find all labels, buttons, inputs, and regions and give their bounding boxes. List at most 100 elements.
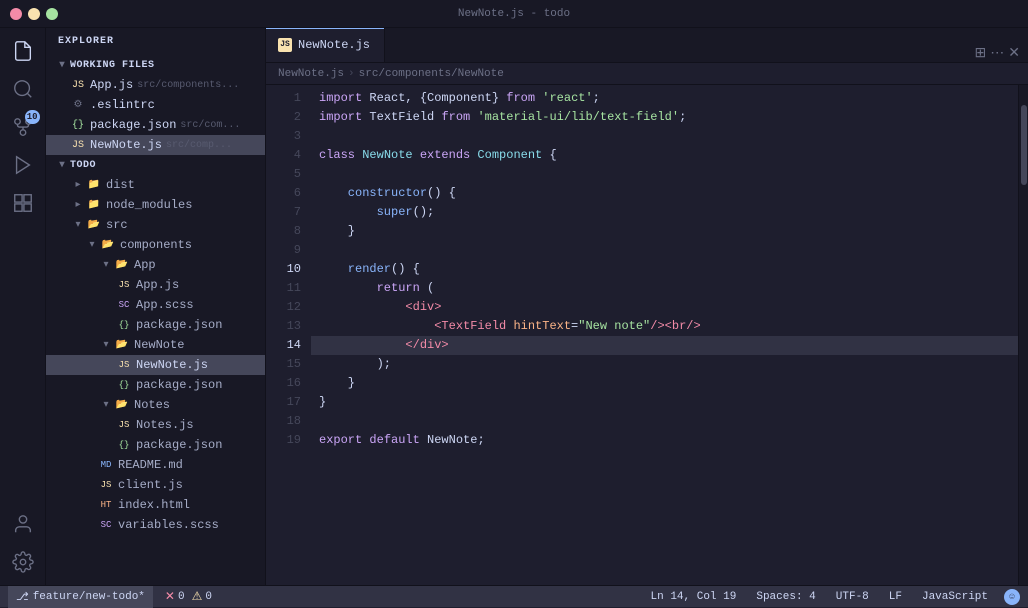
- file-packagejson-notes[interactable]: {} package.json: [46, 435, 265, 455]
- settings-activity-icon[interactable]: [8, 547, 38, 577]
- folder-app[interactable]: 📂 App: [46, 255, 265, 275]
- folder-newnote[interactable]: 📂 NewNote: [46, 335, 265, 355]
- tab-file-icon: JS: [278, 38, 292, 52]
- code-line-8: }: [311, 222, 1018, 241]
- extensions-activity-icon[interactable]: [8, 188, 38, 218]
- feedback-button[interactable]: ☺: [1004, 589, 1020, 605]
- scss-icon: SC: [116, 297, 132, 313]
- folder-icon-app: 📂: [114, 257, 130, 273]
- branch-icon: ⎇: [16, 590, 29, 604]
- window-title: NewNote.js - todo: [458, 8, 570, 20]
- working-files-chevron: [54, 57, 70, 73]
- file-newnotejs[interactable]: JS NewNote.js: [46, 355, 265, 375]
- folder-dist[interactable]: 📁 dist: [46, 175, 265, 195]
- errors-status[interactable]: ✕ 0 ⚠ 0: [161, 589, 216, 604]
- scrollbar-thumb: [1021, 105, 1027, 185]
- window-controls: [10, 8, 58, 20]
- folder-src[interactable]: 📂 src: [46, 215, 265, 235]
- js-icon-notesjs: JS: [116, 417, 132, 433]
- breadcrumb-path: src/components/NewNote: [359, 68, 504, 80]
- code-line-18: [311, 412, 1018, 431]
- error-icon: ✕: [165, 589, 175, 604]
- folder-icon-src: 📂: [86, 217, 102, 233]
- encoding-label: UTF-8: [836, 591, 869, 603]
- json-icon-newnote: {}: [116, 377, 132, 393]
- error-count: 0: [178, 591, 185, 603]
- todo-section[interactable]: TODO: [46, 155, 265, 175]
- position-status[interactable]: Ln 14, Col 19: [647, 591, 741, 603]
- file-indexhtml[interactable]: HT index.html: [46, 495, 265, 515]
- file-appscss[interactable]: SC App.scss: [46, 295, 265, 315]
- sidebar: EXPLORER WORKING FILES JS App.js src/com…: [46, 28, 266, 585]
- language-status[interactable]: JavaScript: [918, 591, 992, 603]
- working-file-packagejson[interactable]: {} package.json src/com...: [46, 115, 265, 135]
- warning-icon: ⚠: [192, 589, 203, 604]
- code-line-1: import React, {Component} from 'react';: [311, 89, 1018, 108]
- code-line-12: <div>: [311, 298, 1018, 317]
- file-packagejson-newnote[interactable]: {} package.json: [46, 375, 265, 395]
- code-line-19: export default NewNote;: [311, 431, 1018, 450]
- folder-components[interactable]: 📂 components: [46, 235, 265, 255]
- todo-chevron: [54, 157, 70, 173]
- scss-icon-vars: SC: [98, 517, 114, 533]
- source-control-activity-icon[interactable]: 10: [8, 112, 38, 142]
- maximize-button[interactable]: [46, 8, 58, 20]
- editor-tab-newnotejs[interactable]: JS NewNote.js: [266, 28, 385, 62]
- code-content[interactable]: import React, {Component} from 'react'; …: [311, 85, 1018, 585]
- file-variablesscss[interactable]: SC variables.scss: [46, 515, 265, 535]
- file-appjs[interactable]: JS App.js: [46, 275, 265, 295]
- spaces-status[interactable]: Spaces: 4: [752, 591, 819, 603]
- split-editor-icon[interactable]: ⊞: [975, 45, 987, 62]
- file-notesjs[interactable]: JS Notes.js: [46, 415, 265, 435]
- code-line-6: constructor() {: [311, 184, 1018, 203]
- close-button[interactable]: [10, 8, 22, 20]
- close-panel-icon[interactable]: ✕: [1008, 45, 1020, 62]
- code-line-5: [311, 165, 1018, 184]
- file-readme[interactable]: MD README.md: [46, 455, 265, 475]
- code-line-17: }: [311, 393, 1018, 412]
- notes-chevron: [98, 397, 114, 413]
- file-packagejson-app[interactable]: {} package.json: [46, 315, 265, 335]
- folder-node-modules[interactable]: 📁 node_modules: [46, 195, 265, 215]
- components-chevron: [84, 237, 100, 253]
- file-clientjs[interactable]: JS client.js: [46, 475, 265, 495]
- folder-notes[interactable]: 📂 Notes: [46, 395, 265, 415]
- md-icon: MD: [98, 457, 114, 473]
- more-actions-icon[interactable]: ⋯: [990, 45, 1004, 62]
- account-activity-icon[interactable]: [8, 509, 38, 539]
- todo-label: TODO: [70, 160, 96, 171]
- code-line-7: super();: [311, 203, 1018, 222]
- code-line-9: [311, 241, 1018, 260]
- app-chevron: [98, 257, 114, 273]
- code-line-10: render() {: [311, 260, 1018, 279]
- config-file-icon: ⚙: [70, 97, 86, 113]
- html-icon: HT: [98, 497, 114, 513]
- working-file-newnotejs[interactable]: JS NewNote.js src/comp...: [46, 135, 265, 155]
- node-modules-chevron: [70, 197, 86, 213]
- folder-icon-notes: 📂: [114, 397, 130, 413]
- debug-activity-icon[interactable]: [8, 150, 38, 180]
- code-line-4: class NewNote extends Component {: [311, 146, 1018, 165]
- line-ending-status[interactable]: LF: [885, 591, 906, 603]
- language-label: JavaScript: [922, 591, 988, 603]
- js-file-icon: JS: [70, 77, 86, 93]
- editor-area: JS NewNote.js ⊞ ⋯ ✕ NewNote.js › src/com…: [266, 28, 1028, 585]
- search-activity-icon[interactable]: [8, 74, 38, 104]
- code-editor: 1 2 3 4 5 6 7 8 9 10 11 12 13 14 15 16 1…: [266, 85, 1028, 585]
- code-line-14: </div>: [311, 336, 1018, 355]
- working-file-appjs[interactable]: JS App.js src/components...: [46, 75, 265, 95]
- line-ending-label: LF: [889, 591, 902, 603]
- minimize-button[interactable]: [28, 8, 40, 20]
- code-line-13: <TextField hintText="New note"/><br/>: [311, 317, 1018, 336]
- js-icon-client: JS: [98, 477, 114, 493]
- spaces-label: Spaces: 4: [756, 591, 815, 603]
- json-file-icon: {}: [70, 117, 86, 133]
- editor-scrollbar[interactable]: [1018, 85, 1028, 585]
- working-files-section[interactable]: WORKING FILES: [46, 55, 265, 75]
- files-activity-icon[interactable]: [8, 36, 38, 66]
- working-file-eslintrc[interactable]: ⚙ .eslintrc: [46, 95, 265, 115]
- branch-status[interactable]: ⎇ feature/new-todo*: [8, 586, 153, 608]
- encoding-status[interactable]: UTF-8: [832, 591, 873, 603]
- code-line-15: );: [311, 355, 1018, 374]
- editor-tab-bar: JS NewNote.js ⊞ ⋯ ✕: [266, 28, 1028, 63]
